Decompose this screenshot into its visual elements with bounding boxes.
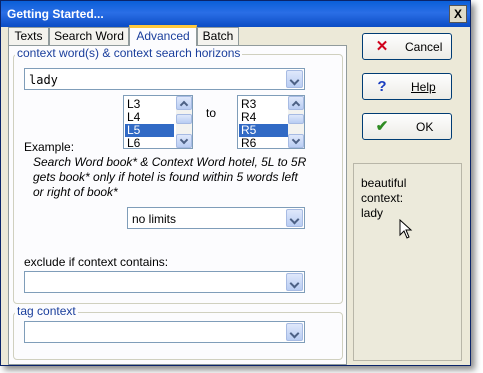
limit-combo[interactable]: no limits xyxy=(127,207,305,229)
context-word-combo[interactable]: lady xyxy=(24,68,305,90)
context-word-value: lady xyxy=(29,73,58,87)
scroll-thumb[interactable] xyxy=(288,114,304,124)
exclude-label: exclude if context contains: xyxy=(24,255,169,269)
scroll-up-icon[interactable] xyxy=(176,96,192,110)
scroll-up-icon[interactable] xyxy=(288,96,304,110)
close-button[interactable]: X xyxy=(449,5,467,23)
tab-texts-label: Texts xyxy=(14,29,43,43)
red-x-icon: ✕ xyxy=(375,38,389,55)
window-title: Getting Started... xyxy=(7,7,104,21)
scroll-thumb[interactable] xyxy=(176,114,192,124)
chevron-down-icon[interactable] xyxy=(286,273,303,291)
question-icon: ? xyxy=(377,78,387,95)
mouse-pointer-icon xyxy=(399,219,413,239)
context-group-legend: context word(s) & context search horizon… xyxy=(15,46,243,60)
info-panel: beautiful context: lady xyxy=(353,163,462,361)
right-horizon-list[interactable]: R3 R4 R5 R6 xyxy=(237,95,305,149)
tab-advanced-label: Advanced xyxy=(136,29,190,43)
chevron-down-icon[interactable] xyxy=(286,70,303,88)
help-label: Help xyxy=(411,80,436,94)
right-list-scrollbar[interactable] xyxy=(288,96,304,148)
left-horizon-list[interactable]: L3 L4 L5 L6 xyxy=(123,95,193,149)
green-check-icon: ✔ xyxy=(375,118,389,135)
limit-value: no limits xyxy=(132,212,177,226)
scroll-down-icon[interactable] xyxy=(176,134,192,148)
info-line: context: xyxy=(361,191,404,205)
scroll-down-icon[interactable] xyxy=(288,134,304,148)
close-icon: X xyxy=(453,7,462,21)
ok-label: OK xyxy=(416,120,434,134)
to-label: to xyxy=(206,106,217,120)
exclude-combo[interactable] xyxy=(24,271,305,293)
ok-button[interactable]: ✔ OK xyxy=(362,113,452,140)
tag-context-combo[interactable] xyxy=(24,321,305,343)
title-bar[interactable]: Getting Started... X xyxy=(1,1,470,27)
dialog-window: Getting Started... X Texts Search Word B… xyxy=(0,0,471,366)
chevron-down-icon[interactable] xyxy=(286,209,303,227)
right-horizon-item[interactable]: R6 xyxy=(239,137,288,149)
info-line: lady xyxy=(361,206,384,220)
tab-batch[interactable]: Batch xyxy=(197,27,239,45)
tag-context-legend: tag context xyxy=(15,304,78,318)
example-label: Example: xyxy=(24,140,75,154)
example-text: Search Word book* & Context Word hotel, … xyxy=(33,155,307,199)
chevron-down-icon[interactable] xyxy=(286,323,303,341)
left-horizon-item[interactable]: L6 xyxy=(125,137,174,149)
help-button[interactable]: ? Help xyxy=(362,73,452,100)
tab-search-word-label: Search Word xyxy=(54,29,124,43)
left-list-scrollbar[interactable] xyxy=(176,96,192,148)
tab-texts[interactable]: Texts xyxy=(8,27,49,45)
cancel-label: Cancel xyxy=(405,40,443,54)
cancel-button[interactable]: ✕ Cancel xyxy=(362,33,452,60)
tab-batch-label: Batch xyxy=(202,29,234,43)
info-line: beautiful xyxy=(361,176,407,190)
tab-search-word[interactable]: Search Word xyxy=(49,27,129,45)
tab-advanced[interactable]: Advanced xyxy=(129,25,197,46)
